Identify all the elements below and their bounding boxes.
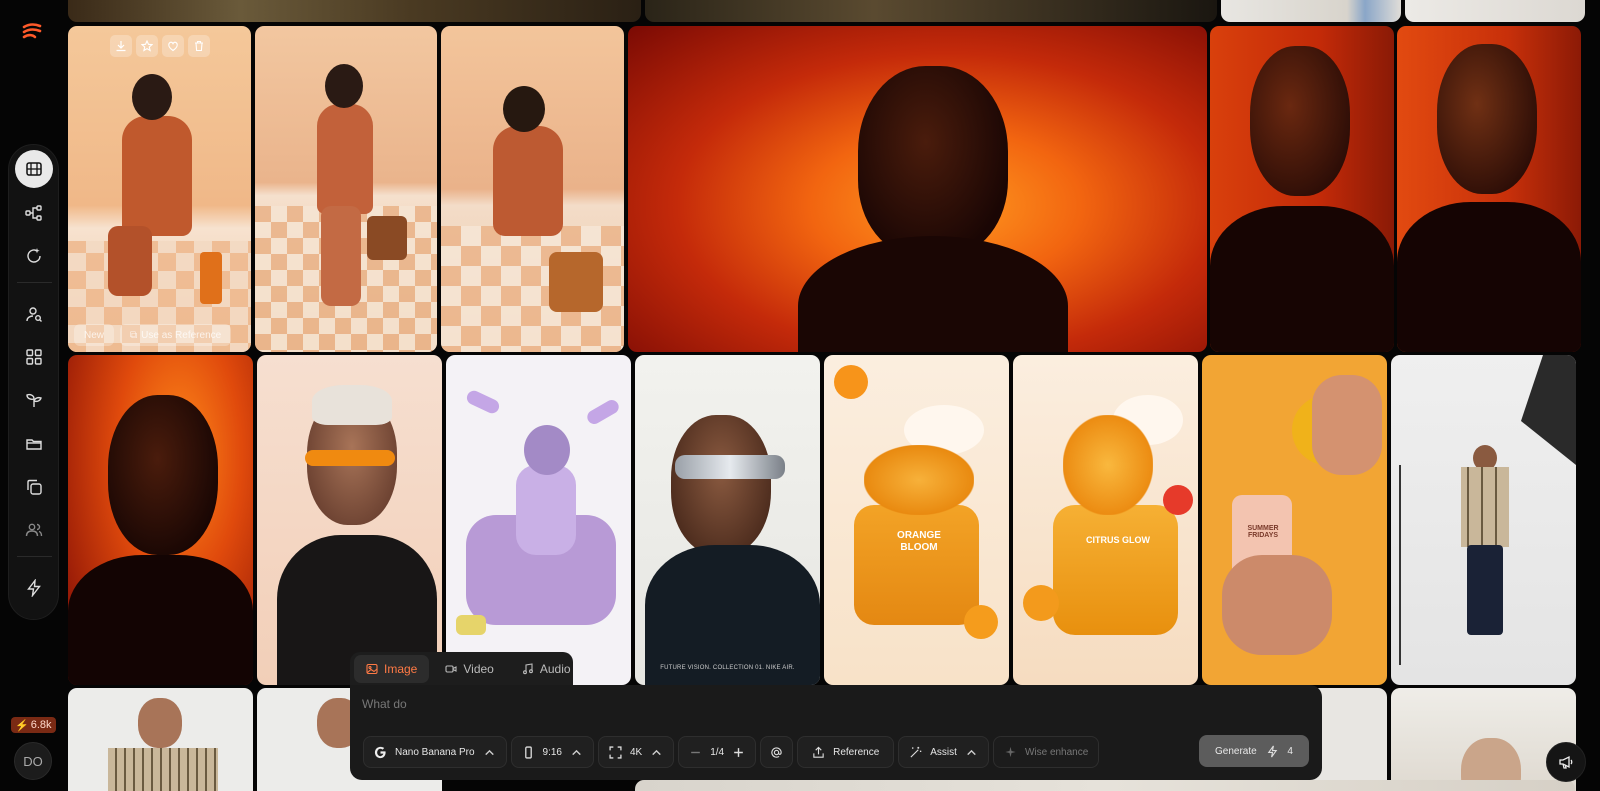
video-icon [445, 665, 457, 673]
sidebar-divider [17, 556, 52, 557]
music-icon [522, 663, 533, 675]
gallery-image-hovered[interactable]: New ⧉ Use as Reference [68, 26, 251, 352]
new-chip[interactable]: New [74, 324, 115, 346]
copy-icon[interactable] [15, 468, 53, 506]
gallery-image[interactable] [68, 0, 641, 22]
at-sign-icon [771, 746, 782, 758]
bottle-label: SUMMER FRIDAYS [1247, 525, 1279, 539]
gallery-image[interactable] [1397, 26, 1581, 352]
gallery-image[interactable] [1405, 0, 1585, 22]
minus-icon[interactable] [689, 746, 702, 759]
use-as-reference-button[interactable]: ⧉ Use as Reference [120, 324, 232, 346]
film-icon[interactable] [15, 150, 53, 188]
gallery-image[interactable]: CITRUS GLOW [1013, 355, 1198, 685]
gallery-image[interactable] [1391, 355, 1576, 685]
chevron-up-icon [652, 749, 662, 755]
card-toolbar [110, 35, 210, 57]
gallery-image[interactable]: ORANGE BLOOM [824, 355, 1009, 685]
chevron-up-icon [967, 749, 976, 755]
node-graph-icon[interactable] [15, 194, 53, 232]
card-footer: New ⧉ Use as Reference [74, 324, 232, 346]
plus-icon[interactable] [732, 746, 745, 759]
gallery-image[interactable]: SUMMER FRIDAYS [1202, 355, 1387, 685]
magic-wand-icon [910, 746, 922, 758]
gallery-image[interactable] [257, 355, 442, 685]
upload-icon [813, 746, 824, 758]
sidebar-divider [17, 282, 52, 283]
expand-icon [609, 745, 622, 759]
assist-selector[interactable]: Assist [898, 736, 989, 768]
reference-button[interactable]: Reference [797, 736, 895, 768]
generate-cost: 4 [1287, 745, 1293, 757]
heart-icon[interactable] [162, 35, 184, 57]
model-selector[interactable]: Nano Banana Pro [363, 736, 507, 768]
gallery-image[interactable] [446, 355, 631, 685]
gallery-image[interactable] [255, 26, 437, 352]
chevron-up-icon [572, 749, 581, 755]
jar-label: CITRUS GLOW [1086, 535, 1150, 545]
jar-label: ORANGE BLOOM [897, 530, 941, 553]
prompt-input[interactable] [362, 695, 962, 713]
gallery-image[interactable] [441, 26, 624, 352]
star-icon[interactable] [136, 35, 158, 57]
trash-icon[interactable] [188, 35, 210, 57]
gallery-image[interactable] [68, 688, 253, 791]
prompt-panel: Nano Banana Pro 9:16 4K 1/4 [350, 685, 1322, 780]
chevron-up-icon [484, 749, 494, 755]
credits-badge[interactable]: ⚡ 6.8k [11, 717, 56, 733]
gallery-image[interactable] [1391, 688, 1576, 791]
mode-tabs: Image Video Audio [350, 652, 573, 686]
aspect-ratio-selector[interactable]: 9:16 [510, 736, 594, 768]
gallery-image[interactable] [628, 26, 1207, 352]
gallery-image[interactable]: FUTURE VISION. COLLECTION 01. NIKE AIR. [635, 355, 820, 685]
resolution-selector[interactable]: 4K [597, 736, 675, 768]
tab-audio[interactable]: Audio [510, 655, 583, 683]
app-window: ⚡ 6.8k DO New ⧉ Use as Reference FUTURE … [0, 0, 1600, 791]
sparkle-icon [1005, 746, 1016, 757]
gallery-image[interactable] [645, 0, 1217, 22]
tab-video[interactable]: Video [433, 655, 505, 683]
reference-icon: ⧉ [130, 329, 138, 341]
sprout-icon[interactable] [15, 381, 53, 419]
sidebar-nav [8, 144, 59, 620]
gallery-image[interactable] [68, 355, 253, 685]
gallery-image[interactable] [1210, 26, 1394, 352]
phone-portrait-icon [524, 745, 532, 759]
mention-button[interactable] [760, 736, 794, 768]
folder-icon[interactable] [15, 425, 53, 463]
bolt-icon: ⚡ [15, 719, 29, 732]
grid-apps-icon[interactable] [15, 338, 53, 376]
gallery-image[interactable] [1221, 0, 1401, 22]
app-logo-icon[interactable] [20, 20, 44, 44]
tab-image[interactable]: Image [354, 655, 430, 683]
gallery-image[interactable] [635, 780, 1575, 791]
download-icon[interactable] [110, 35, 132, 57]
batch-stepper: 1/4 [678, 736, 757, 768]
lightning-icon[interactable] [15, 569, 53, 607]
image-caption: FUTURE VISION. COLLECTION 01. NIKE AIR. [660, 665, 795, 671]
wise-enhance-button[interactable]: Wise enhance [992, 736, 1100, 768]
announcements-button[interactable] [1546, 742, 1586, 782]
generate-button[interactable]: Generate 4 [1199, 735, 1309, 767]
person-search-icon[interactable] [15, 295, 53, 333]
avatar[interactable]: DO [14, 742, 52, 780]
prompt-controls: Nano Banana Pro 9:16 4K 1/4 Reference As… [363, 736, 1100, 768]
megaphone-icon [1559, 755, 1573, 769]
people-icon[interactable] [15, 511, 53, 549]
lightning-icon [1267, 745, 1277, 757]
google-icon [374, 746, 386, 758]
image-icon [366, 663, 378, 675]
refresh-spark-icon[interactable] [15, 237, 53, 275]
